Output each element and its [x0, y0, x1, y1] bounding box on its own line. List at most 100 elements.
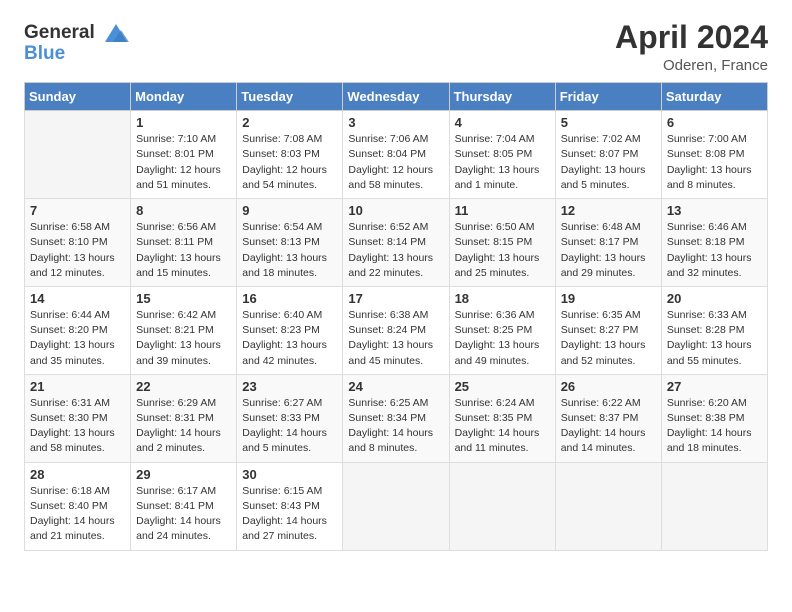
day-info: Sunrise: 6:44 AM Sunset: 8:20 PM Dayligh…	[30, 308, 125, 369]
calendar-day-19: 19 Sunrise: 6:35 AM Sunset: 8:27 PM Dayli…	[555, 286, 661, 374]
day-number: 18	[455, 291, 550, 306]
day-info: Sunrise: 6:25 AM Sunset: 8:34 PM Dayligh…	[348, 396, 443, 457]
day-number: 2	[242, 115, 337, 130]
day-number: 4	[455, 115, 550, 130]
logo-icon	[103, 20, 129, 46]
calendar-day-8: 8Sunrise: 6:56 AM Sunset: 8:11 PM Daylig…	[131, 199, 237, 287]
day-number: 24	[348, 379, 443, 394]
calendar-day-11: 11 Sunrise: 6:50 AM Sunset: 8:15 PM Dayli…	[449, 199, 555, 287]
calendar-day-29: 29 Sunrise: 6:17 AM Sunset: 8:41 PM Dayli…	[131, 462, 237, 550]
calendar-day-7: 7 Sunrise: 6:58 AM Sunset: 8:10 PM Daylig…	[25, 199, 131, 287]
day-info: Sunrise: 6:15 AM Sunset: 8:43 PM Dayligh…	[242, 484, 337, 545]
day-number: 19	[561, 291, 656, 306]
day-number: 7	[30, 203, 125, 218]
day-info: Sunrise: 6:20 AM Sunset: 8:38 PM Dayligh…	[667, 396, 762, 457]
calendar-day-3: 3 Sunrise: 7:06 AM Sunset: 8:04 PM Daylig…	[343, 111, 449, 199]
day-info: Sunrise: 6:58 AM Sunset: 8:10 PM Dayligh…	[30, 220, 125, 281]
day-number: 9	[242, 203, 337, 218]
page-subtitle: Oderen, France	[615, 57, 768, 74]
title-block: April 2024 Oderen, France	[615, 20, 768, 74]
day-number: 25	[455, 379, 550, 394]
day-info: Sunrise: 7:00 AM Sunset: 8:08 PM Dayligh…	[667, 132, 762, 193]
day-number: 6	[667, 115, 762, 130]
day-header-friday: Friday	[555, 83, 661, 111]
logo-blue-text: Blue	[24, 44, 65, 65]
calendar-week-row: 7 Sunrise: 6:58 AM Sunset: 8:10 PM Daylig…	[25, 199, 768, 287]
day-info: Sunrise: 6:38 AM Sunset: 8:24 PM Dayligh…	[348, 308, 443, 369]
day-header-sunday: Sunday	[25, 83, 131, 111]
calendar-day-23: 23 Sunrise: 6:27 AM Sunset: 8:33 PM Dayli…	[237, 374, 343, 462]
day-number: 14	[30, 291, 125, 306]
day-number: 10	[348, 203, 443, 218]
day-number: 26	[561, 379, 656, 394]
calendar-day-22: 22 Sunrise: 6:29 AM Sunset: 8:31 PM Dayli…	[131, 374, 237, 462]
calendar-header-row: SundayMondayTuesdayWednesdayThursdayFrid…	[25, 83, 768, 111]
day-number: 30	[242, 467, 337, 482]
calendar-day-1: 1Sunrise: 7:10 AM Sunset: 8:01 PM Daylig…	[131, 111, 237, 199]
day-number: 29	[136, 467, 231, 482]
day-info: Sunrise: 7:04 AM Sunset: 8:05 PM Dayligh…	[455, 132, 550, 193]
day-info: Sunrise: 6:29 AM Sunset: 8:31 PM Dayligh…	[136, 396, 231, 457]
calendar-table: SundayMondayTuesdayWednesdayThursdayFrid…	[24, 82, 768, 550]
calendar-day-5: 5 Sunrise: 7:02 AM Sunset: 8:07 PM Daylig…	[555, 111, 661, 199]
day-info: Sunrise: 7:06 AM Sunset: 8:04 PM Dayligh…	[348, 132, 443, 193]
day-number: 5	[561, 115, 656, 130]
calendar-day-6: 6 Sunrise: 7:00 AM Sunset: 8:08 PM Daylig…	[661, 111, 767, 199]
day-info: Sunrise: 7:08 AM Sunset: 8:03 PM Dayligh…	[242, 132, 337, 193]
day-number: 22	[136, 379, 231, 394]
day-info: Sunrise: 6:54 AM Sunset: 8:13 PM Dayligh…	[242, 220, 337, 281]
calendar-day-14: 14 Sunrise: 6:44 AM Sunset: 8:20 PM Dayli…	[25, 286, 131, 374]
calendar-week-row: 21Sunrise: 6:31 AM Sunset: 8:30 PM Dayli…	[25, 374, 768, 462]
calendar-day-17: 17 Sunrise: 6:38 AM Sunset: 8:24 PM Dayli…	[343, 286, 449, 374]
calendar-day-12: 12Sunrise: 6:48 AM Sunset: 8:17 PM Dayli…	[555, 199, 661, 287]
empty-day	[343, 462, 449, 550]
day-info: Sunrise: 6:27 AM Sunset: 8:33 PM Dayligh…	[242, 396, 337, 457]
day-info: Sunrise: 6:52 AM Sunset: 8:14 PM Dayligh…	[348, 220, 443, 281]
day-number: 11	[455, 203, 550, 218]
day-info: Sunrise: 6:18 AM Sunset: 8:40 PM Dayligh…	[30, 484, 125, 545]
empty-day	[555, 462, 661, 550]
calendar-day-4: 4 Sunrise: 7:04 AM Sunset: 8:05 PM Daylig…	[449, 111, 555, 199]
page-header: General Blue April 2024 Oderen, France	[24, 20, 768, 74]
day-number: 28	[30, 467, 125, 482]
day-info: Sunrise: 6:17 AM Sunset: 8:41 PM Dayligh…	[136, 484, 231, 545]
day-number: 12	[561, 203, 656, 218]
empty-day	[449, 462, 555, 550]
day-info: Sunrise: 6:31 AM Sunset: 8:30 PM Dayligh…	[30, 396, 125, 457]
calendar-day-21: 21Sunrise: 6:31 AM Sunset: 8:30 PM Dayli…	[25, 374, 131, 462]
day-number: 13	[667, 203, 762, 218]
calendar-day-13: 13 Sunrise: 6:46 AM Sunset: 8:18 PM Dayli…	[661, 199, 767, 287]
day-info: Sunrise: 6:56 AM Sunset: 8:11 PM Dayligh…	[136, 220, 231, 281]
page-title: April 2024	[615, 20, 768, 55]
calendar-day-9: 9 Sunrise: 6:54 AM Sunset: 8:13 PM Daylig…	[237, 199, 343, 287]
empty-day	[25, 111, 131, 199]
day-info: Sunrise: 6:46 AM Sunset: 8:18 PM Dayligh…	[667, 220, 762, 281]
day-number: 3	[348, 115, 443, 130]
empty-day	[661, 462, 767, 550]
day-info: Sunrise: 7:02 AM Sunset: 8:07 PM Dayligh…	[561, 132, 656, 193]
calendar-day-27: 27 Sunrise: 6:20 AM Sunset: 8:38 PM Dayli…	[661, 374, 767, 462]
calendar-day-2: 2 Sunrise: 7:08 AM Sunset: 8:03 PM Daylig…	[237, 111, 343, 199]
calendar-day-18: 18 Sunrise: 6:36 AM Sunset: 8:25 PM Dayli…	[449, 286, 555, 374]
day-header-monday: Monday	[131, 83, 237, 111]
day-header-wednesday: Wednesday	[343, 83, 449, 111]
day-info: Sunrise: 6:36 AM Sunset: 8:25 PM Dayligh…	[455, 308, 550, 369]
day-number: 17	[348, 291, 443, 306]
calendar-day-24: 24 Sunrise: 6:25 AM Sunset: 8:34 PM Dayli…	[343, 374, 449, 462]
calendar-week-row: 28 Sunrise: 6:18 AM Sunset: 8:40 PM Dayli…	[25, 462, 768, 550]
day-number: 20	[667, 291, 762, 306]
logo: General Blue	[24, 20, 129, 65]
day-info: Sunrise: 6:42 AM Sunset: 8:21 PM Dayligh…	[136, 308, 231, 369]
calendar-day-26: 26Sunrise: 6:22 AM Sunset: 8:37 PM Dayli…	[555, 374, 661, 462]
calendar-day-25: 25Sunrise: 6:24 AM Sunset: 8:35 PM Dayli…	[449, 374, 555, 462]
day-number: 27	[667, 379, 762, 394]
calendar-day-28: 28 Sunrise: 6:18 AM Sunset: 8:40 PM Dayli…	[25, 462, 131, 550]
calendar-day-15: 15Sunrise: 6:42 AM Sunset: 8:21 PM Dayli…	[131, 286, 237, 374]
day-number: 16	[242, 291, 337, 306]
day-info: Sunrise: 6:35 AM Sunset: 8:27 PM Dayligh…	[561, 308, 656, 369]
calendar-day-20: 20Sunrise: 6:33 AM Sunset: 8:28 PM Dayli…	[661, 286, 767, 374]
calendar-week-row: 14 Sunrise: 6:44 AM Sunset: 8:20 PM Dayli…	[25, 286, 768, 374]
day-number: 23	[242, 379, 337, 394]
day-info: Sunrise: 6:50 AM Sunset: 8:15 PM Dayligh…	[455, 220, 550, 281]
day-header-thursday: Thursday	[449, 83, 555, 111]
